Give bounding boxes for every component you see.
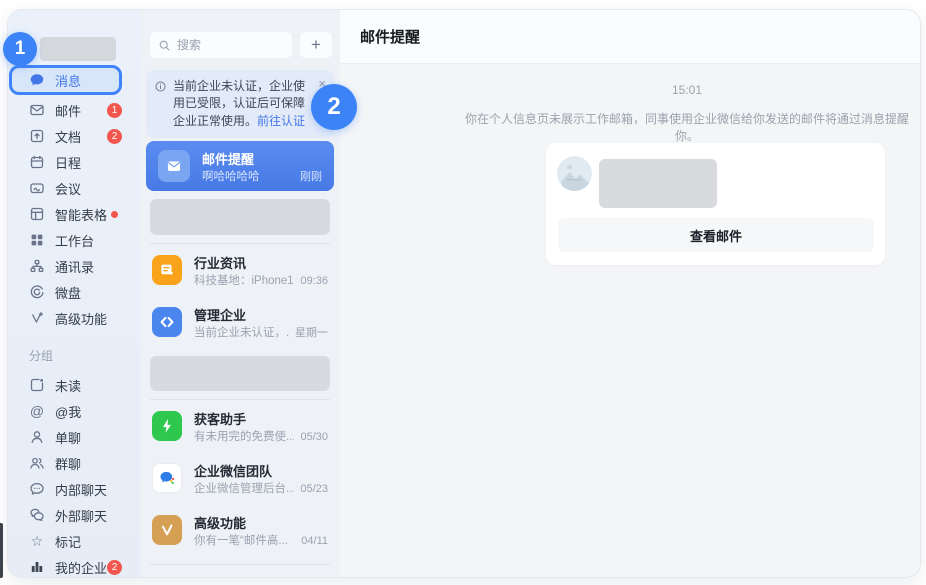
system-message: 你在个人信息页未展示工作邮箱，同事使用企业微信给你发送的邮件将通过消息提醒你。 [454,110,920,144]
chat-preview: 啊哈哈哈哈 [202,168,260,184]
internal-chat-icon [29,481,45,497]
mail-badge: 1 [107,103,122,118]
smartsheet-icon [29,206,45,222]
sidebar-item-workbench[interactable]: 工作台 [8,227,122,253]
sidebar-item-schedule[interactable]: 日程 [8,149,122,175]
meeting-icon [29,180,45,196]
scrollbar-thumb[interactable] [0,523,3,578]
sidebar-item-advanced[interactable]: 高级功能 [8,305,122,331]
search-box[interactable] [150,32,292,58]
sidebar: 消息 邮件 1 文档 2 [8,10,140,577]
calendar-icon [29,154,45,170]
search-input[interactable] [177,38,284,52]
company-name-redacted [40,37,116,61]
single-chat-icon [29,429,45,445]
sidebar-item-at-me[interactable]: @ @我 [8,398,122,424]
search-icon [158,39,171,52]
sidebar-item-contacts[interactable]: 通讯录 [8,253,122,279]
chat-item-advanced-features[interactable]: 高级功能 你有一笔“邮件高...04/11 [140,504,340,556]
sidebar-item-meeting[interactable]: 会议 [8,175,122,201]
sidebar-item-smartsheet[interactable]: 智能表格 [8,201,122,227]
info-icon [154,80,167,93]
chat-list-panel: + 当前企业未认证，企业使用已受限，认证后可保障企业正常使用。前往认证 × 邮件… [140,10,340,577]
contacts-icon [29,258,45,274]
sidebar-item-wedrive[interactable]: 微盘 [8,279,122,305]
chat-item-wecom-team[interactable]: 企业微信团队 企业微信管理后台...05/23 [140,452,340,504]
sidebar-item-internal-chat[interactable]: 内部聊天 [8,476,122,502]
verify-banner: 当前企业未认证，企业使用已受限，认证后可保障企业正常使用。前往认证 × [146,70,334,138]
sidebar-item-external-chat[interactable]: 外部聊天 [8,502,122,528]
redacted-chat-item[interactable] [150,356,330,391]
redacted-mail-subject [599,159,717,208]
news-icon [152,255,182,285]
sidebar-item-group-chat[interactable]: 群聊 [8,450,122,476]
sidebar-item-single-chat[interactable]: 单聊 [8,424,122,450]
sidebar-item-docs[interactable]: 文档 2 [8,123,122,149]
premium-icon [29,310,45,326]
conversation-title: 邮件提醒 [360,26,420,47]
list-divider [150,564,330,565]
sidebar-item-messages[interactable]: 消息 [9,65,122,95]
mail-icon [29,102,45,118]
conversation-panel: 邮件提醒 15:01 你在个人信息页未展示工作邮箱，同事使用企业微信给你发送的邮… [340,10,920,577]
document-icon [29,128,45,144]
sidebar-item-unread[interactable]: 未读 [8,372,122,398]
sidebar-nav: 消息 邮件 1 文档 2 [8,65,140,577]
sidebar-item-my-company[interactable]: 我的企业 2 [8,554,122,577]
sidebar-item-marked[interactable]: ☆ 标记 [8,528,122,554]
wecom-app: 消息 邮件 1 文档 2 [0,0,926,585]
add-button[interactable]: + [300,32,332,58]
go-verify-link[interactable]: 前往认证 [257,114,305,128]
lightning-icon [152,411,182,441]
my-company-badge: 2 [107,560,122,575]
tutorial-step-2-marker: 2 [311,84,357,130]
group-chat-icon [29,455,45,471]
chat-item-industry-news[interactable]: 行业资讯 科技基地：iPhone1...09:36 [140,244,340,296]
docs-badge: 2 [107,129,122,144]
groups-section-label: 分组 [8,347,122,364]
conversation-header: 邮件提醒 [340,10,920,64]
chat-item-mail-notice[interactable]: 邮件提醒 啊哈哈哈哈 刚刚 [146,141,334,191]
app-window: 消息 邮件 1 文档 2 [8,10,920,577]
chat-item-customer-assistant[interactable]: 获客助手 有未用完的免费使...05/30 [140,400,340,452]
at-icon: @ [29,403,45,419]
sidebar-item-mail[interactable]: 邮件 1 [8,97,122,123]
tutorial-step-1-marker: 1 [3,32,37,66]
smartsheet-dot-badge [111,211,118,218]
view-mail-button[interactable]: 查看邮件 [558,218,874,252]
mail-notice-icon [158,150,190,182]
avatar [557,156,592,191]
redacted-chat-item[interactable] [150,199,330,235]
company-icon [29,559,45,575]
mail-notification-card: 查看邮件 [546,143,885,265]
wecom-logo-icon [152,463,182,493]
star-icon: ☆ [29,533,45,549]
wedrive-icon [29,284,45,300]
external-chat-icon [29,507,45,523]
unread-icon [29,377,45,393]
chat-bubble-icon [29,72,45,88]
workbench-icon [29,232,45,248]
chat-time: 刚刚 [300,168,322,184]
chat-item-manage-company[interactable]: 管理企业 当前企业未认证，...星期一 [140,296,340,348]
chat-name: 邮件提醒 [202,149,254,168]
sidebar-item-label: 消息 [55,71,81,90]
conversation-body: 15:01 你在个人信息页未展示工作邮箱，同事使用企业微信给你发送的邮件将通过消… [340,64,920,577]
premium-gold-icon [152,515,182,545]
manage-company-icon [152,307,182,337]
message-timestamp: 15:01 [454,83,920,97]
